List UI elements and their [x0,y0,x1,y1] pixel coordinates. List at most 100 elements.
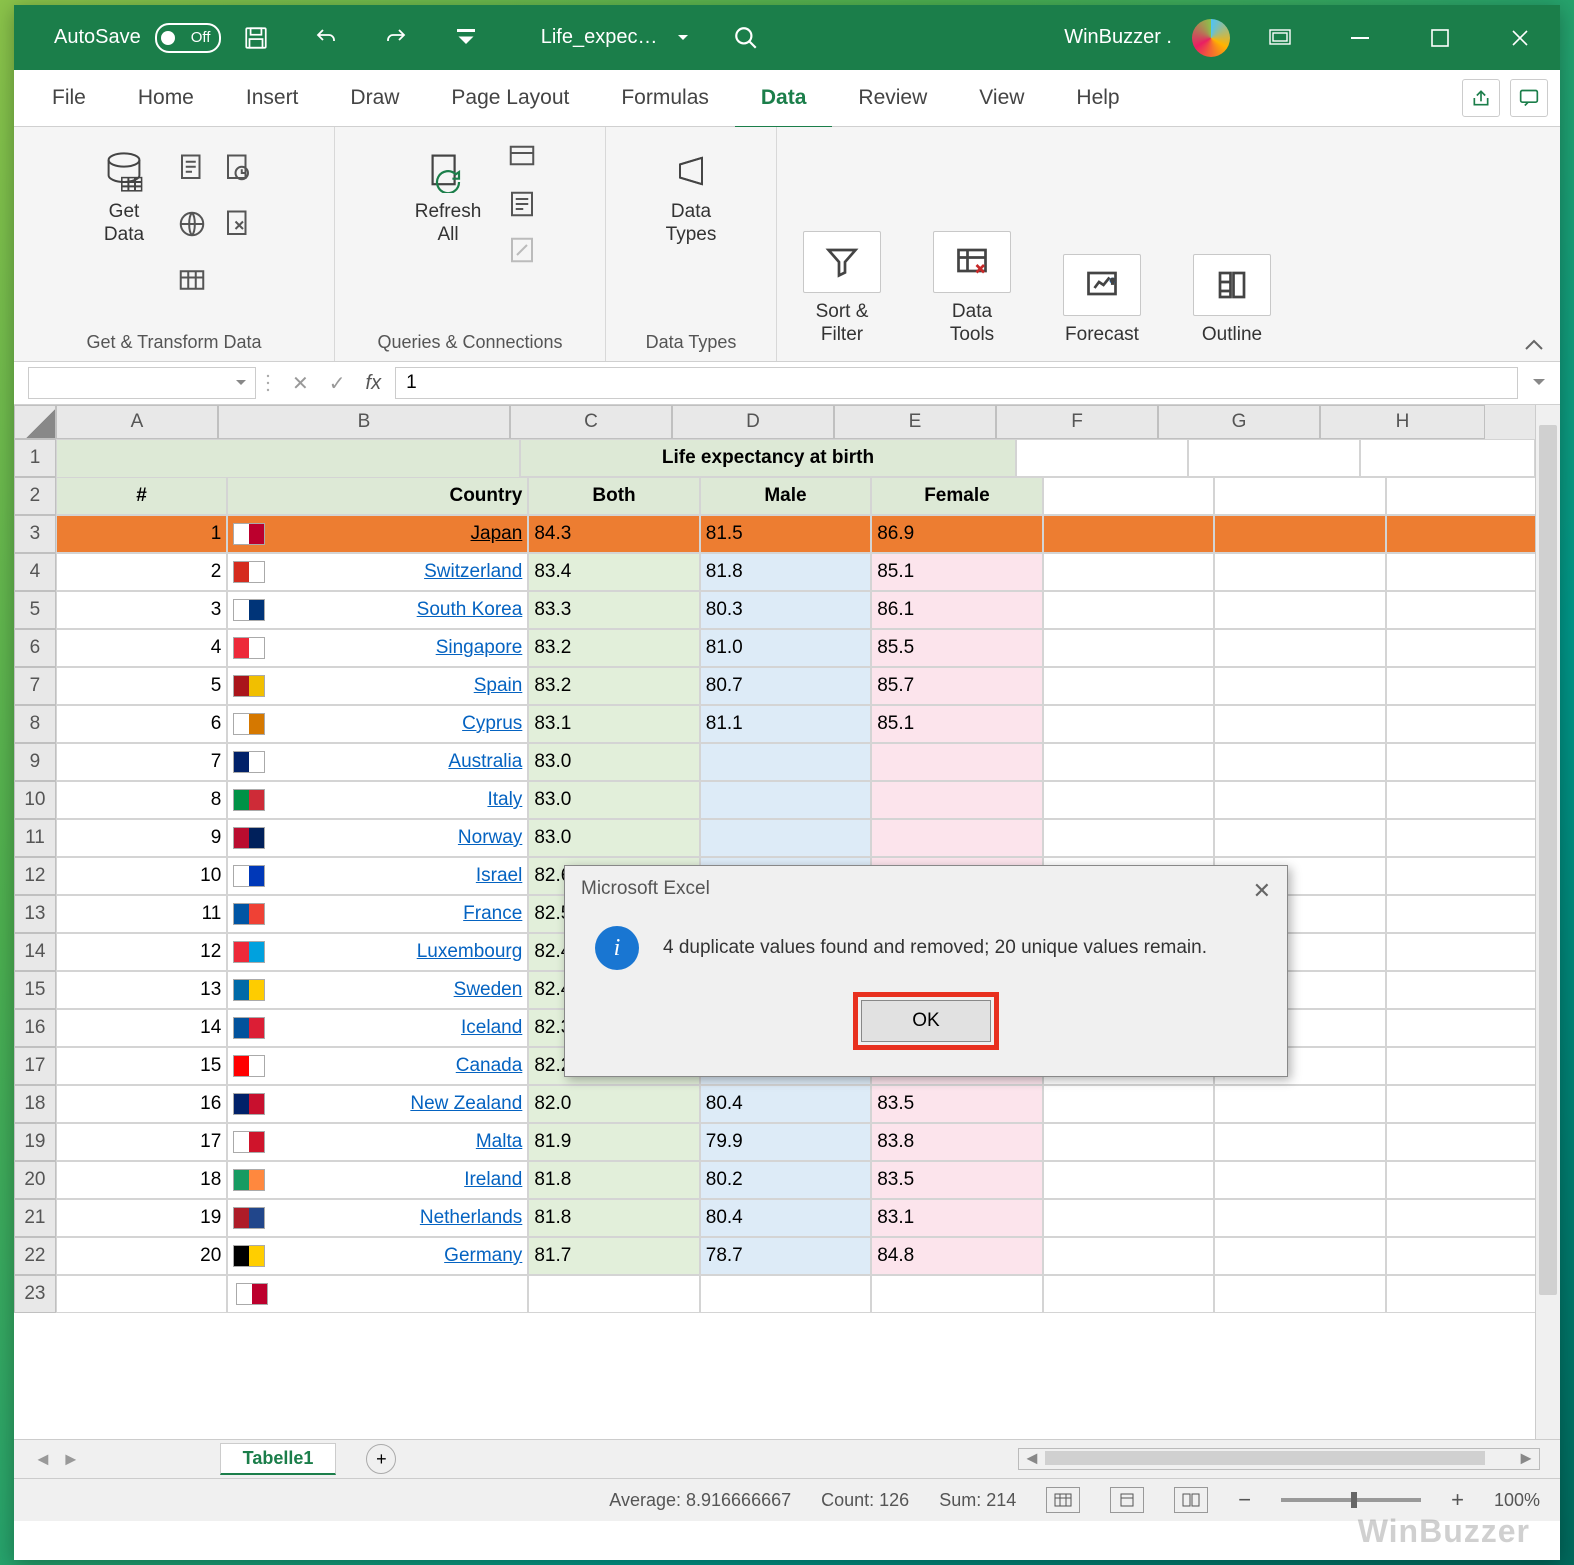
recent-sources-icon[interactable] [223,153,253,183]
cell[interactable] [1386,553,1560,591]
tab-page-layout[interactable]: Page Layout [425,70,595,126]
cell[interactable]: 11 [56,895,227,933]
cell[interactable] [1386,1047,1560,1085]
cell[interactable]: 16 [56,1085,227,1123]
get-data-button[interactable]: Get Data [90,143,158,253]
country-cell[interactable]: South Korea [227,591,528,629]
cell[interactable] [1214,515,1385,553]
cell[interactable] [871,1275,1042,1313]
refresh-all-button[interactable]: Refresh All [403,143,494,253]
country-cell[interactable]: Italy [227,781,528,819]
cell[interactable]: 83.1 [528,705,699,743]
cell[interactable]: 83.0 [528,781,699,819]
cell[interactable]: 80.7 [700,667,871,705]
vertical-scrollbar[interactable] [1535,405,1560,1439]
cell[interactable] [1043,1275,1214,1313]
cell[interactable] [700,1275,871,1313]
cell[interactable]: 83.2 [528,667,699,705]
tab-draw[interactable]: Draw [324,70,425,126]
cell[interactable] [1043,1199,1214,1237]
cell[interactable] [1214,477,1385,515]
cell[interactable]: 7 [56,743,227,781]
row-header[interactable]: 12 [14,857,56,895]
col-header[interactable]: E [834,405,996,439]
cell[interactable] [1386,1199,1560,1237]
cell[interactable] [1386,1085,1560,1123]
cell[interactable] [1214,629,1385,667]
dialog-close-icon[interactable]: ✕ [1253,878,1271,904]
cell[interactable] [1214,781,1385,819]
country-cell[interactable]: Germany [227,1237,528,1275]
cell[interactable] [1043,1085,1214,1123]
cell[interactable]: 80.3 [700,591,871,629]
cell[interactable]: 8 [56,781,227,819]
cell[interactable] [700,743,871,781]
cell[interactable] [1386,781,1560,819]
row-header[interactable]: 20 [14,1161,56,1199]
horizontal-scrollbar[interactable]: ◄ ► [1018,1448,1540,1470]
cell[interactable] [1188,439,1360,477]
cell[interactable] [1016,439,1188,477]
avatar[interactable] [1192,19,1230,57]
row-header[interactable]: 11 [14,819,56,857]
cell[interactable] [1386,819,1560,857]
redo-icon[interactable] [379,21,413,55]
cell[interactable] [227,1275,528,1313]
cell[interactable]: 80.2 [700,1161,871,1199]
header-country[interactable]: Country [227,477,528,515]
save-icon[interactable] [239,21,273,55]
col-header[interactable]: A [56,405,218,439]
cell[interactable] [1214,1237,1385,1275]
cell[interactable] [1214,1085,1385,1123]
cell[interactable]: 83.0 [528,743,699,781]
zoom-in-icon[interactable]: + [1451,1487,1464,1513]
cell[interactable] [1386,971,1560,1009]
row-header[interactable]: 4 [14,553,56,591]
ok-button[interactable]: OK [861,1000,991,1042]
tab-file[interactable]: File [26,70,112,126]
minimize-button[interactable] [1330,18,1390,58]
cell[interactable]: 85.5 [871,629,1042,667]
row-header[interactable]: 9 [14,743,56,781]
cell[interactable]: 84.8 [871,1237,1042,1275]
cell[interactable]: 80.4 [700,1085,871,1123]
cell[interactable]: 81.1 [700,705,871,743]
cell[interactable] [1043,629,1214,667]
country-cell[interactable]: France [227,895,528,933]
from-table-icon[interactable] [177,265,207,295]
sheet-nav-first-icon[interactable]: ◄ [34,1449,52,1470]
country-cell[interactable]: Netherlands [227,1199,528,1237]
cell[interactable] [1386,629,1560,667]
cell[interactable]: 19 [56,1199,227,1237]
cell[interactable]: 83.0 [528,819,699,857]
col-header[interactable]: H [1320,405,1485,439]
tab-insert[interactable]: Insert [220,70,325,126]
cell[interactable]: 80.4 [700,1199,871,1237]
cell[interactable]: 81.7 [528,1237,699,1275]
fx-icon[interactable]: fx [366,372,382,395]
cell[interactable]: 84.3 [528,515,699,553]
country-cell[interactable]: Norway [227,819,528,857]
cell[interactable]: 83.1 [871,1199,1042,1237]
tab-review[interactable]: Review [832,70,953,126]
maximize-button[interactable] [1410,18,1470,58]
cell[interactable]: 82.0 [528,1085,699,1123]
cell[interactable]: 18 [56,1161,227,1199]
sheet-nav-last-icon[interactable]: ► [62,1449,80,1470]
cell[interactable]: 81.8 [700,553,871,591]
country-cell[interactable]: Luxembourg [227,933,528,971]
cell[interactable]: 81.8 [528,1199,699,1237]
cell[interactable] [700,819,871,857]
cell[interactable] [1386,1009,1560,1047]
ribbon-mode-icon[interactable] [1250,18,1310,58]
col-header[interactable]: B [218,405,510,439]
row-header[interactable]: 8 [14,705,56,743]
cell[interactable] [1043,819,1214,857]
undo-icon[interactable] [309,21,343,55]
col-header[interactable]: D [672,405,834,439]
row-header[interactable]: 23 [14,1275,56,1313]
autosave-toggle[interactable]: AutoSave Off [54,23,221,53]
cell[interactable] [1386,705,1560,743]
tab-home[interactable]: Home [112,70,220,126]
cell[interactable] [1386,857,1560,895]
